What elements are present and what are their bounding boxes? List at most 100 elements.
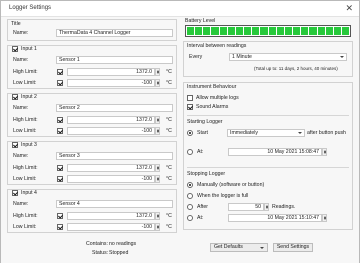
stop-after-spinner[interactable] (264, 203, 269, 211)
battery-segment (219, 27, 227, 35)
input-1-high-label: High Limit: (13, 69, 38, 75)
battery-level-bar (185, 25, 351, 37)
battery-segment (195, 27, 203, 35)
input-2-high-label: High Limit: (13, 117, 38, 123)
input-2-label: Input 2 (21, 93, 37, 100)
input-4-low-field[interactable]: -100 (67, 223, 155, 231)
input-2-high-checkbox[interactable] (57, 117, 63, 123)
battery-segment (276, 27, 284, 35)
start-at-spinner[interactable] (322, 148, 327, 156)
input-4-high-field[interactable]: 1372.0 (67, 212, 155, 220)
sound-alarms-label: Sound Alarms (196, 103, 229, 110)
input-1-low-checkbox[interactable] (57, 80, 63, 86)
input-3-name-field[interactable]: Sensor 3 (56, 152, 173, 160)
logger-name-field[interactable]: ThermaData 4 Channel Logger (56, 29, 173, 37)
logger-settings-window: Logger Settings ✕ Title Name: ThermaData… (0, 0, 360, 263)
input-3-low-spinner[interactable] (155, 175, 160, 183)
input-3-low-unit: °C (166, 176, 172, 182)
input-1-high-checkbox[interactable] (57, 69, 63, 75)
stop-after-label: After (197, 204, 208, 210)
battery-segment (333, 27, 341, 35)
battery-segment (293, 27, 301, 35)
input-1-name-field[interactable]: Sensor 1 (56, 56, 173, 64)
start-mode-select[interactable]: Immediately (227, 129, 305, 137)
input-2-high-field[interactable]: 1372.0 (67, 116, 155, 124)
input-3-label: Input 3 (21, 141, 37, 148)
input-1-low-label: Low Limit: (13, 80, 37, 86)
battery-segment (268, 27, 276, 35)
interval-total-note: (Total up to: 11 days, 2 hours, 40 minut… (254, 66, 338, 71)
allow-multiple-checkbox[interactable] (187, 95, 193, 101)
chevron-down-icon (340, 56, 344, 58)
contains-value: no readings (109, 241, 137, 247)
behaviour-heading: Instrument Behaviour (187, 84, 237, 90)
stop-after-readings-field[interactable]: 50 (228, 203, 264, 211)
interval-select[interactable]: 1 Minute (229, 53, 347, 61)
input-1-low-field[interactable]: -100 (67, 79, 155, 87)
stop-at-datetime-value: 10 May 2021 15:10:47 (267, 215, 319, 221)
input-3-low-label: Low Limit: (13, 176, 37, 182)
start-at-datetime[interactable]: 10 May 2021 15:08:47 (228, 148, 322, 156)
input-1-low-spinner[interactable] (155, 79, 160, 87)
close-icon[interactable]: ✕ (345, 3, 353, 14)
title-name-label: Name: (13, 30, 29, 36)
input-1-name-label: Name: (13, 57, 29, 63)
input-2-high-spinner[interactable] (155, 116, 160, 124)
input-2-high-unit: °C (166, 117, 172, 123)
sound-alarms-checkbox[interactable] (187, 104, 193, 110)
input-1-high-unit: °C (166, 69, 172, 75)
input-3-high-unit: °C (166, 165, 172, 171)
stop-at-radio[interactable] (187, 215, 193, 221)
stop-at-datetime[interactable]: 10 May 2021 15:10:47 (228, 214, 322, 222)
input-3-high-label: High Limit: (13, 165, 38, 171)
input-1-high-field[interactable]: 1372.0 (67, 68, 155, 76)
every-label: Every (189, 54, 203, 60)
input-2-low-spinner[interactable] (155, 127, 160, 135)
input-4-high-label: High Limit: (13, 213, 38, 219)
input-1-high-spinner[interactable] (155, 68, 160, 76)
battery-segment (252, 27, 260, 35)
start-mode-value: Immediately (230, 130, 258, 136)
chevron-down-icon (260, 247, 264, 249)
stop-after-radio[interactable] (187, 204, 193, 210)
input-2-name-field[interactable]: Sensor 2 (56, 104, 173, 112)
battery-segment (227, 27, 235, 35)
input-3-checkbox[interactable] (12, 142, 18, 148)
input-4-high-unit: °C (166, 213, 172, 219)
input-1-checkbox[interactable] (12, 46, 18, 52)
stop-at-spinner[interactable] (322, 214, 327, 222)
input-2-low-checkbox[interactable] (57, 128, 63, 134)
input-2-low-field[interactable]: -100 (67, 127, 155, 135)
input-2-checkbox[interactable] (12, 94, 18, 100)
input-4-high-checkbox[interactable] (57, 213, 63, 219)
input-3-low-field[interactable]: -100 (67, 175, 155, 183)
get-defaults-button[interactable]: Get Defaults (210, 243, 268, 252)
input-4-high-spinner[interactable] (155, 212, 160, 220)
input-2-low-unit: °C (166, 128, 172, 134)
stop-manually-radio[interactable] (187, 182, 193, 188)
input-3-high-spinner[interactable] (155, 164, 160, 172)
status-value: Stopped (109, 250, 129, 256)
starting-heading: Starting Logger (187, 119, 223, 125)
input-4-low-checkbox[interactable] (57, 224, 63, 230)
input-3-high-field[interactable]: 1372.0 (67, 164, 155, 172)
input-4-label: Input 4 (21, 189, 37, 196)
chevron-down-icon (298, 132, 302, 134)
send-settings-button[interactable]: Send Settings (273, 243, 313, 252)
input-3-low-checkbox[interactable] (57, 176, 63, 182)
input-4-low-spinner[interactable] (155, 223, 160, 231)
input-3-high-checkbox[interactable] (57, 165, 63, 171)
battery-segment (309, 27, 317, 35)
input-4-low-unit: °C (166, 224, 172, 230)
interval-select-value: 1 Minute (232, 54, 252, 60)
start-radio[interactable] (187, 130, 193, 136)
stop-full-radio[interactable] (187, 193, 193, 199)
contains-label: Contains: (86, 241, 108, 247)
input-4-checkbox[interactable] (12, 190, 18, 196)
start-at-radio[interactable] (187, 149, 193, 155)
allow-multiple-label: Allow multiple logs (196, 94, 239, 101)
starting-divider (187, 115, 349, 116)
battery-segment (284, 27, 293, 35)
input-4-name-field[interactable]: Sensor 4 (56, 200, 173, 208)
input-2-low-label: Low Limit: (13, 128, 37, 134)
